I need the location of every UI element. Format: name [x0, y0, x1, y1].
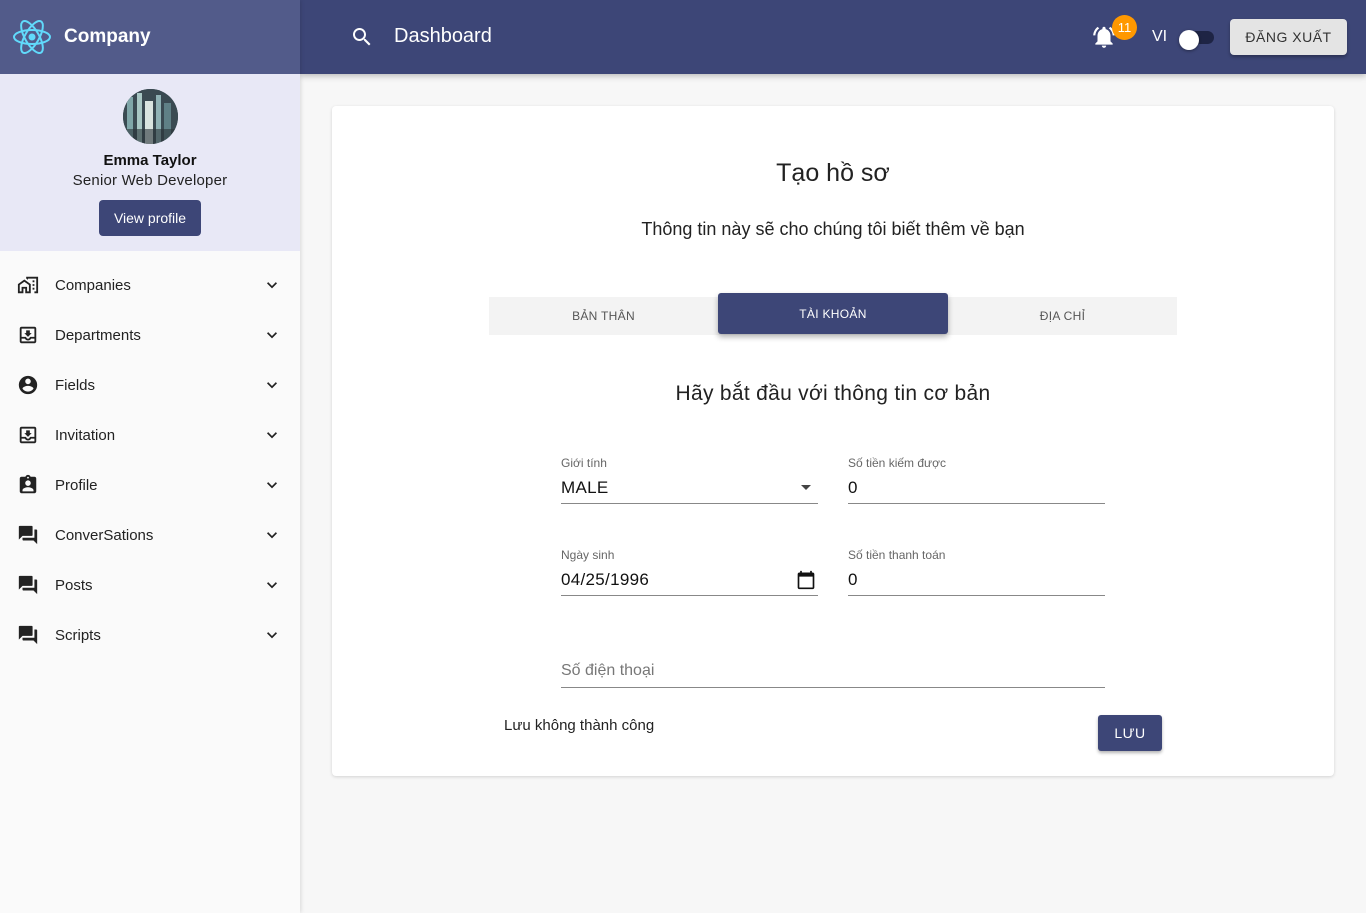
user-role: Senior Web Developer [72, 172, 228, 189]
view-profile-button[interactable]: View profile [98, 200, 202, 236]
save-status-message: Lưu không thành công [504, 717, 655, 734]
earned-amount-label: Số tiền kiếm được [848, 456, 946, 470]
tab-address[interactable]: ĐỊA CHỈ [948, 297, 1177, 335]
forum-icon [18, 525, 38, 545]
sidebar-item-label: ConverSations [55, 526, 154, 544]
chevron-down-icon[interactable] [262, 575, 282, 595]
assignment-ind-icon [19, 474, 37, 494]
calendar-icon[interactable] [796, 570, 816, 590]
user-name: Emma Taylor [103, 152, 197, 169]
phone-field[interactable]: Số điện thoại [561, 640, 1105, 688]
sidebar-item-posts[interactable]: Posts [0, 560, 300, 610]
birthdate-label: Ngày sinh [561, 548, 615, 562]
account-circle-icon [18, 375, 38, 395]
chevron-down-icon[interactable] [262, 425, 282, 445]
page-title: Dashboard [394, 25, 492, 47]
sidebar-item-conversations[interactable]: ConverSations [0, 510, 300, 560]
gender-value: MALE [561, 478, 609, 497]
inbox-tray-icon [19, 326, 37, 344]
save-button[interactable]: LƯU [1098, 715, 1162, 751]
sidebar-item-profile[interactable]: Profile [0, 460, 300, 510]
sidebar: Company Emma Taylor Senior Web Developer… [0, 0, 300, 913]
sidebar-item-label: Fields [55, 376, 96, 394]
top-app-bar: Dashboard 11 VI ĐĂNG XUẤT [300, 0, 1366, 74]
earned-amount-field[interactable]: Số tiền kiếm được 0 [848, 456, 1105, 504]
language-indicator[interactable]: VI [1152, 28, 1167, 46]
react-atom-icon [13, 20, 51, 54]
brand-name: Company [64, 26, 151, 47]
chevron-down-icon[interactable] [262, 275, 282, 295]
chevron-down-icon[interactable] [262, 475, 282, 495]
inbox-tray-icon [19, 426, 37, 444]
chevron-down-icon[interactable] [262, 625, 282, 645]
section-title: Hãy bắt đầu với thông tin cơ bản [675, 382, 991, 405]
sidebar-item-label: Departments [55, 326, 141, 344]
sidebar-item-departments[interactable]: Departments [0, 310, 300, 360]
sidebar-item-invitation[interactable]: Invitation [0, 410, 300, 460]
theme-toggle-thumb[interactable] [1179, 30, 1199, 50]
form-title: Tạo hồ sơ [776, 159, 890, 187]
user-card: Emma Taylor Senior Web Developer View pr… [0, 74, 300, 251]
paid-amount-field[interactable]: Số tiền thanh toán 0 [848, 548, 1105, 596]
birthdate-value: 04/25/1996 [561, 570, 650, 589]
brand-header[interactable]: Company [0, 0, 300, 74]
sidebar-item-label: Invitation [55, 426, 116, 444]
sidebar-item-label: Profile [55, 476, 98, 494]
tab-account[interactable]: TÀI KHOẢN [718, 293, 948, 334]
birthdate-field[interactable]: Ngày sinh 04/25/1996 [561, 548, 818, 596]
avatar [122, 89, 178, 144]
sidebar-item-label: Scripts [55, 626, 101, 644]
gender-select[interactable]: Giới tính MALE [561, 456, 818, 504]
sidebar-item-scripts[interactable]: Scripts [0, 610, 300, 660]
chevron-down-icon[interactable] [262, 525, 282, 545]
company-buildings-icon [17, 276, 39, 294]
sidebar-nav: Companies Departments Fields Invitation … [0, 260, 300, 660]
sidebar-item-fields[interactable]: Fields [0, 360, 300, 410]
forum-icon [18, 575, 38, 595]
form-subtitle: Thông tin này sẽ cho chúng tôi biết thêm… [641, 219, 1025, 239]
forum-icon [18, 625, 38, 645]
paid-amount-label: Số tiền thanh toán [848, 548, 946, 562]
sidebar-item-label: Posts [55, 576, 93, 594]
tab-personal[interactable]: BẢN THÂN [489, 297, 718, 335]
chevron-down-icon[interactable] [262, 325, 282, 345]
notification-count-badge: 11 [1112, 15, 1137, 40]
gender-label: Giới tính [561, 456, 607, 470]
chevron-down-icon[interactable] [262, 375, 282, 395]
dropdown-arrow-icon [801, 485, 811, 490]
sidebar-item-label: Companies [55, 276, 131, 294]
paid-amount-value: 0 [848, 570, 858, 589]
phone-placeholder: Số điện thoại [561, 662, 655, 679]
create-profile-card: Tạo hồ sơ Thông tin này sẽ cho chúng tôi… [332, 106, 1334, 776]
earned-amount-value: 0 [848, 478, 858, 497]
sidebar-item-companies[interactable]: Companies [0, 260, 300, 310]
logout-button[interactable]: ĐĂNG XUẤT [1230, 19, 1347, 55]
search-icon[interactable] [350, 25, 374, 49]
